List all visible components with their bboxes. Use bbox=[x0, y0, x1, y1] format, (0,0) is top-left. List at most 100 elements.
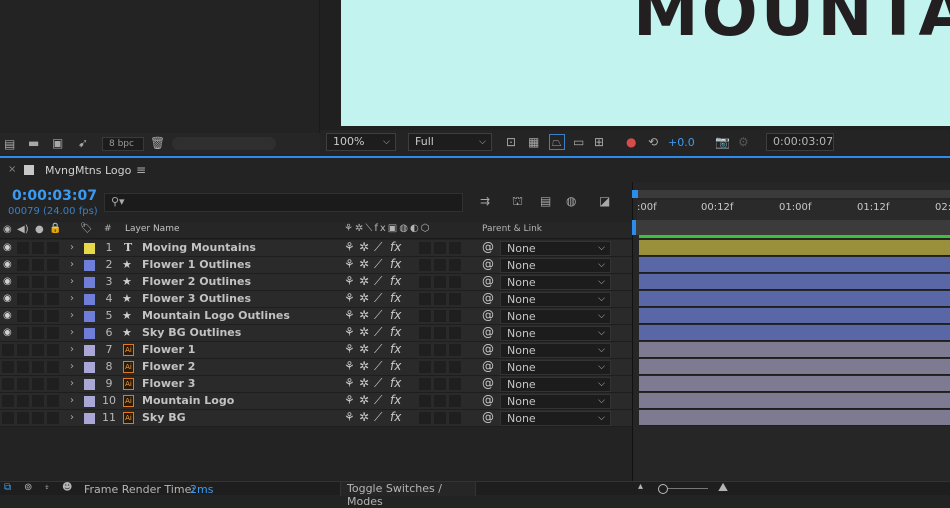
solo-toggle[interactable] bbox=[32, 276, 44, 288]
lock-toggle[interactable] bbox=[47, 344, 59, 356]
layer-row[interactable]: ◉ › 2 ★ Flower 1 Outlines ⚘ ✲ ⟋ fx @ None ⌵ bbox=[0, 257, 632, 274]
solo-toggle[interactable] bbox=[32, 412, 44, 424]
work-area-start-handle[interactable] bbox=[632, 190, 638, 198]
expand-chevron-icon[interactable]: › bbox=[70, 410, 74, 426]
expand-chevron-icon[interactable]: › bbox=[70, 376, 74, 392]
parent-select[interactable]: None ⌵ bbox=[500, 275, 611, 290]
close-tab-icon[interactable]: × bbox=[8, 164, 16, 175]
solo-toggle[interactable] bbox=[32, 259, 44, 271]
render-queue-icon[interactable]: ➹ bbox=[78, 136, 88, 150]
expand-chevron-icon[interactable]: › bbox=[70, 240, 74, 256]
collapse-switch-icon[interactable]: ✲ bbox=[359, 291, 369, 305]
effects-switch-icon[interactable]: fx bbox=[390, 376, 401, 390]
quality-switch-icon[interactable]: ⟋ bbox=[374, 257, 382, 272]
layer-duration-bar[interactable] bbox=[639, 274, 950, 290]
layer-duration-bar[interactable] bbox=[639, 240, 950, 256]
snapshot-icon[interactable]: 📷 bbox=[715, 135, 730, 149]
exposure-value[interactable]: +0.0 bbox=[668, 136, 695, 149]
visibility-eye-icon[interactable]: ◉ bbox=[3, 240, 12, 256]
layer-name[interactable]: Flower 3 bbox=[142, 376, 195, 392]
visibility-toggle[interactable] bbox=[2, 344, 14, 356]
zoom-select[interactable]: 100% ⌵ bbox=[326, 133, 396, 151]
tab-comp-name[interactable]: MvngMtns Logo bbox=[45, 164, 131, 177]
bpc-button[interactable]: 8 bpc bbox=[102, 137, 144, 151]
quality-switch-icon[interactable]: ⟋ bbox=[374, 376, 382, 391]
parent-select[interactable]: None ⌵ bbox=[500, 411, 611, 426]
expand-chevron-icon[interactable]: › bbox=[70, 274, 74, 290]
layer-row[interactable]: › 8 Ai Flower 2 ⚘ ✲ ⟋ fx @ None ⌵ bbox=[0, 359, 632, 376]
visibility-eye-icon[interactable]: ◉ bbox=[3, 325, 12, 341]
time-ruler[interactable]: :00f 00:12f 01:00f 01:12f 02: bbox=[637, 200, 950, 220]
parent-select[interactable]: None ⌵ bbox=[500, 309, 611, 324]
effects-switch-icon[interactable]: fx bbox=[390, 325, 401, 339]
zoom-out-icon[interactable]: ▴ bbox=[638, 481, 643, 492]
parent-select[interactable]: None ⌵ bbox=[500, 394, 611, 409]
effects-switch-icon[interactable]: fx bbox=[390, 359, 401, 373]
layer-name[interactable]: Flower 2 Outlines bbox=[142, 274, 251, 290]
audio-toggle[interactable] bbox=[17, 259, 29, 271]
adjustment-toggle[interactable] bbox=[449, 361, 461, 373]
frame-blend-toggle[interactable] bbox=[419, 259, 431, 271]
motion-blur-toggle[interactable] bbox=[434, 378, 446, 390]
label-color-swatch[interactable] bbox=[84, 345, 95, 356]
layer-duration-bar[interactable] bbox=[639, 257, 950, 273]
label-color-swatch[interactable] bbox=[84, 396, 95, 407]
render-time-icon[interactable]: ☻ bbox=[62, 482, 72, 493]
audio-toggle[interactable] bbox=[17, 361, 29, 373]
audio-toggle[interactable] bbox=[17, 327, 29, 339]
pick-whip-icon[interactable]: @ bbox=[482, 359, 494, 373]
adjustment-toggle[interactable] bbox=[449, 276, 461, 288]
in-out-icon[interactable]: ⍖ bbox=[44, 482, 50, 493]
adjustment-toggle[interactable] bbox=[449, 293, 461, 305]
frame-blend-toggle[interactable] bbox=[419, 412, 431, 424]
shy-switch-icon[interactable]: ⚘ bbox=[344, 393, 355, 407]
shy-switch-icon[interactable]: ⚘ bbox=[344, 359, 355, 373]
parent-select[interactable]: None ⌵ bbox=[500, 360, 611, 375]
pick-whip-icon[interactable]: @ bbox=[482, 274, 494, 288]
transfer-controls-icon[interactable]: ⊚ bbox=[24, 482, 32, 493]
lock-toggle[interactable] bbox=[47, 276, 59, 288]
quality-switch-icon[interactable]: ⟋ bbox=[374, 240, 382, 255]
pick-whip-icon[interactable]: @ bbox=[482, 308, 494, 322]
mask-path-icon[interactable]: ⏢ bbox=[549, 134, 565, 150]
pick-whip-icon[interactable]: @ bbox=[482, 376, 494, 390]
draft-3d-icon[interactable]: ⛫ bbox=[512, 194, 523, 208]
layer-search-input[interactable]: ⚲▾ bbox=[104, 193, 463, 212]
visibility-eye-icon[interactable]: ◉ bbox=[3, 257, 12, 273]
visibility-eye-icon[interactable]: ◉ bbox=[3, 291, 12, 307]
quality-switch-icon[interactable]: ⟋ bbox=[374, 308, 382, 323]
layer-row[interactable]: › 7 Ai Flower 1 ⚘ ✲ ⟋ fx @ None ⌵ bbox=[0, 342, 632, 359]
layer-name[interactable]: Moving Mountains bbox=[142, 240, 256, 256]
transparency-grid-icon[interactable]: ▦ bbox=[528, 135, 539, 149]
motion-blur-toggle[interactable] bbox=[434, 395, 446, 407]
adjustment-toggle[interactable] bbox=[449, 395, 461, 407]
frame-blend-toggle[interactable] bbox=[419, 242, 431, 254]
visibility-toggle[interactable] bbox=[2, 361, 14, 373]
interpret-footage-icon[interactable]: ▤ bbox=[4, 137, 15, 151]
pick-whip-icon[interactable]: @ bbox=[482, 410, 494, 424]
motion-blur-icon[interactable]: ◪ bbox=[599, 194, 610, 208]
solo-toggle[interactable] bbox=[32, 344, 44, 356]
shy-switch-icon[interactable]: ⚘ bbox=[344, 308, 355, 322]
effects-switch-icon[interactable]: fx bbox=[390, 393, 401, 407]
collapse-switch-icon[interactable]: ✲ bbox=[359, 410, 369, 424]
quality-switch-icon[interactable]: ⟋ bbox=[374, 291, 382, 306]
zoom-in-icon[interactable]: ⛰ bbox=[718, 480, 728, 495]
quality-switch-icon[interactable]: ⟋ bbox=[374, 393, 382, 408]
effects-switch-icon[interactable]: fx bbox=[390, 257, 401, 271]
column-parent-link[interactable]: Parent & Link bbox=[482, 224, 542, 234]
layer-duration-bar[interactable] bbox=[639, 308, 950, 324]
solo-toggle[interactable] bbox=[32, 361, 44, 373]
lock-toggle[interactable] bbox=[47, 259, 59, 271]
collapse-switch-icon[interactable]: ✲ bbox=[359, 308, 369, 322]
column-layer-name[interactable]: Layer Name bbox=[125, 224, 180, 234]
layer-name[interactable]: Flower 1 bbox=[142, 342, 195, 358]
effects-switch-icon[interactable]: fx bbox=[390, 291, 401, 305]
frame-blending-icon[interactable]: ◍ bbox=[566, 194, 576, 208]
layer-duration-bar[interactable] bbox=[639, 393, 950, 409]
layer-name[interactable]: Flower 2 bbox=[142, 359, 195, 375]
motion-blur-toggle[interactable] bbox=[434, 361, 446, 373]
visibility-toggle[interactable] bbox=[2, 412, 14, 424]
frame-blend-toggle[interactable] bbox=[419, 276, 431, 288]
layer-row[interactable]: › 9 Ai Flower 3 ⚘ ✲ ⟋ fx @ None ⌵ bbox=[0, 376, 632, 393]
